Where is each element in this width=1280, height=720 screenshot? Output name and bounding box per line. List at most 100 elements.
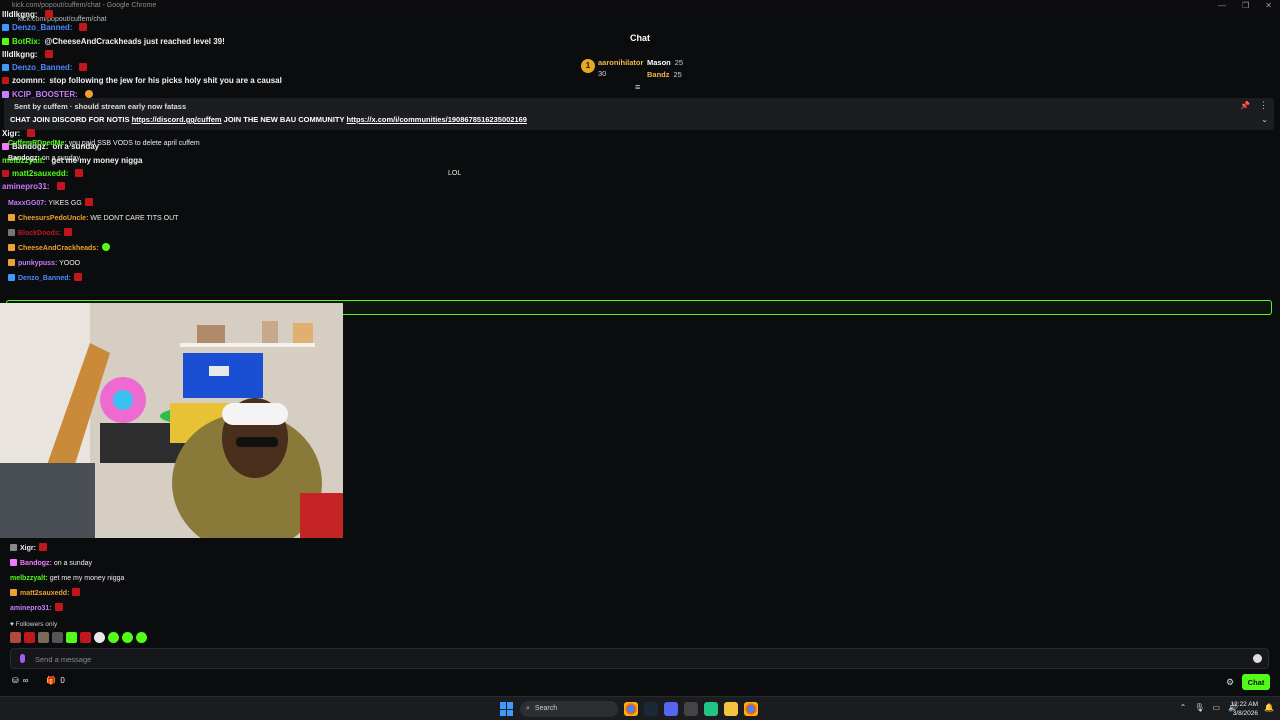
- gift-icon[interactable]: 🎁: [46, 676, 56, 685]
- pinned-text: CHAT JOIN DISCORD FOR NOTIS https://disc…: [10, 115, 527, 124]
- emote-icon[interactable]: [122, 632, 133, 643]
- maximize-button[interactable]: ❐: [1242, 1, 1249, 10]
- chat-username[interactable]: matt2sauxedd:: [20, 590, 69, 597]
- followers-only-notice: ♥ Followers only: [10, 621, 58, 628]
- badge-icon: [2, 90, 9, 98]
- badge-icon: [8, 274, 15, 281]
- badge-icon: [2, 77, 9, 85]
- chat-text: you paid SSB VODS to delete april cuffem: [68, 140, 200, 147]
- recent-chat: Xigr: Bandogz: on a sunday melbzzyalt: g…: [10, 541, 570, 616]
- community-link[interactable]: https://x.com/i/communities/190867851623…: [346, 115, 527, 124]
- taskbar-apps: ⌕ Search: [500, 701, 758, 717]
- taskbar-clock[interactable]: 12:22 AM 3/8/2026: [1231, 700, 1258, 718]
- background-chat: llldlkgng: Denzo_Banned: BotRix: @CheeseA…: [2, 8, 582, 101]
- message-input-box[interactable]: [10, 648, 1269, 669]
- chat-text: should stream early now fatass: [74, 102, 187, 111]
- followers-only-label: Followers only: [15, 621, 58, 628]
- quick-emote-row: [10, 632, 147, 643]
- chat-username[interactable]: punkypuss:: [18, 260, 57, 267]
- chat-text: stop following the jew for his picks hol…: [49, 76, 282, 86]
- filter-icon[interactable]: ≡: [635, 83, 645, 92]
- emote-icon[interactable]: [38, 632, 49, 643]
- chat-message: Bandogz: on a sunday: [8, 151, 568, 166]
- badge-icon: [8, 244, 15, 251]
- emote-icon[interactable]: [108, 632, 119, 643]
- discord-link[interactable]: https://discord.gg/cuffem: [132, 115, 222, 124]
- notification-bell-icon[interactable]: 🔔: [1264, 703, 1274, 712]
- microphone-icon[interactable]: [20, 654, 25, 663]
- chat-message: Bandogz: on a sunday: [10, 556, 570, 571]
- chat-username[interactable]: BlockDoods:: [18, 230, 61, 237]
- steam-icon[interactable]: [644, 702, 658, 716]
- pin-icon[interactable]: 📌: [1240, 101, 1250, 110]
- chat-username[interactable]: MaxxGG07:: [8, 200, 47, 207]
- emote-icon[interactable]: [10, 632, 21, 643]
- emote-icon: [79, 63, 88, 72]
- chrome-icon[interactable]: [624, 702, 638, 716]
- chat-username[interactable]: Denzo_Banned:: [18, 275, 71, 282]
- message-input[interactable]: [35, 652, 1235, 666]
- chat-username[interactable]: Xigr:: [20, 545, 36, 552]
- file-explorer-icon[interactable]: [724, 702, 738, 716]
- leaderboard-second-score: 25: [674, 58, 684, 67]
- emote-icon[interactable]: [24, 632, 35, 643]
- app-icon[interactable]: [684, 702, 698, 716]
- chat-message: llldlkgng:: [2, 8, 582, 21]
- chat-footer-left: ⛁ ∞ 🎁 0: [12, 676, 65, 685]
- chat-message: matt2sauxedd:: [10, 586, 570, 601]
- emote-icon[interactable]: [52, 632, 63, 643]
- chat-text: on a sunday: [41, 155, 80, 162]
- emote-icon[interactable]: [94, 632, 105, 643]
- app-icon[interactable]: [704, 702, 718, 716]
- first-place-medal-icon: 1: [581, 59, 595, 73]
- leaderboard-third-score: 25: [673, 70, 682, 79]
- chat-username[interactable]: llldlkgng:: [2, 10, 38, 19]
- chat-message: zoomnn: stop following the jew for his pi…: [2, 74, 582, 87]
- emote-icon: [64, 228, 73, 236]
- chevron-up-icon[interactable]: ⌃: [1180, 703, 1187, 712]
- chat-username[interactable]: Bandogz:: [20, 560, 52, 567]
- search-icon: ⌕: [526, 705, 530, 712]
- emote-icon[interactable]: [136, 632, 147, 643]
- emote-icon: [54, 603, 63, 611]
- close-button[interactable]: ✕: [1265, 1, 1272, 10]
- badge-icon: [10, 559, 17, 566]
- webcam-video: [0, 303, 343, 538]
- webcam-scene: [0, 303, 343, 538]
- network-icon[interactable]: ▭: [1212, 703, 1220, 712]
- gear-icon[interactable]: ⚙: [1226, 677, 1234, 688]
- chat-username[interactable]: Bandogz:: [8, 155, 40, 162]
- emote-icon[interactable]: [66, 632, 77, 643]
- points-icon[interactable]: ⛁: [12, 676, 19, 685]
- chat-username[interactable]: CheesursPedoUncle:: [18, 215, 88, 222]
- chat-title: Chat: [630, 33, 650, 43]
- chat-username[interactable]: Denzo_Banned:: [12, 63, 72, 72]
- minimize-button[interactable]: —: [1218, 1, 1226, 10]
- emote-icon: [84, 89, 93, 98]
- chat-username[interactable]: zoomnn:: [12, 76, 45, 85]
- chat-username[interactable]: CuffemRDpedMe:: [8, 140, 67, 147]
- emoji-picker-icon[interactable]: [1253, 654, 1262, 663]
- search-label: Search: [534, 705, 558, 712]
- more-options-icon[interactable]: ⋮: [1259, 100, 1268, 111]
- microphone-tray-icon[interactable]: 🎙: [1194, 703, 1204, 712]
- chat-username[interactable]: llldlkgng:: [2, 50, 38, 59]
- emote-icon: [101, 243, 110, 251]
- chat-username[interactable]: BotRix:: [12, 37, 40, 46]
- chat-message: [8, 181, 568, 196]
- chat-username[interactable]: CheeseAndCrackheads:: [18, 245, 99, 252]
- windows-start-icon[interactable]: [500, 702, 514, 716]
- windows-taskbar: ⌕ Search ⌃ 🎙 ▭ 🔊 12:22 AM 3/8/2026 🔔: [0, 696, 1280, 720]
- send-chat-button[interactable]: Chat: [1242, 674, 1270, 690]
- emote-icon[interactable]: [80, 632, 91, 643]
- chat-username[interactable]: Denzo_Banned:: [12, 23, 72, 32]
- points-value: ∞: [22, 676, 29, 685]
- chat-message: Denzo_Banned:: [2, 61, 582, 74]
- chevron-down-icon[interactable]: ⌄: [1261, 115, 1268, 124]
- discord-icon[interactable]: [664, 702, 678, 716]
- emote-icon: [79, 23, 88, 32]
- taskbar-search[interactable]: ⌕ Search: [520, 701, 618, 717]
- chat-username[interactable]: aminepro31:: [10, 605, 52, 612]
- chat-username[interactable]: melbzzyalt:: [10, 575, 48, 582]
- chrome-active-icon[interactable]: [744, 702, 758, 716]
